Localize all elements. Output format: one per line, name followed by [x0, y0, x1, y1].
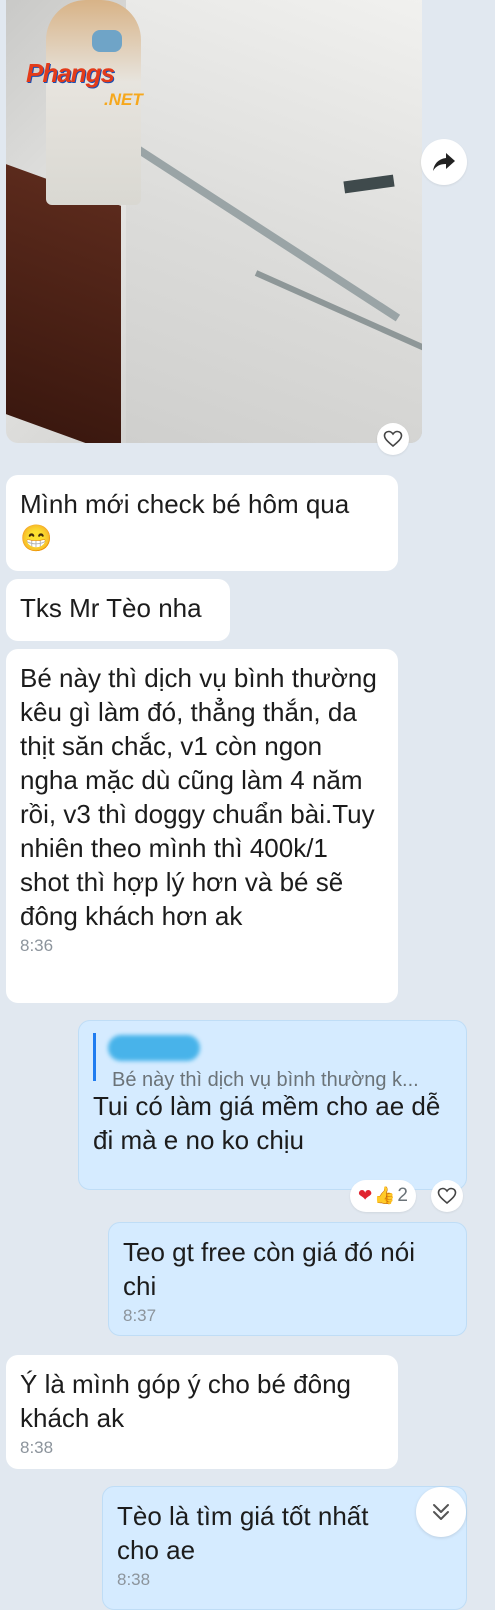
message-bubble-incoming[interactable]: Ý là mình góp ý cho bé đông khách ak 8:3… [6, 1355, 398, 1469]
message-bubble-incoming[interactable]: Tks Mr Tèo nha [6, 579, 230, 641]
message-time: 8:37 [123, 1306, 157, 1325]
message-text: Teo gt free còn giá đó nói chi [123, 1237, 415, 1301]
message-time: 8:36 [20, 936, 54, 955]
message-text: Tui có làm giá mềm cho ae dễ đi mà e no … [93, 1091, 441, 1155]
message-bubble-outgoing[interactable]: Teo gt free còn giá đó nói chi 8:37 [108, 1222, 467, 1336]
double-chevron-down-icon [433, 1504, 449, 1520]
reply-quote[interactable]: Bé này thì dịch vụ bình thường k... [93, 1033, 452, 1091]
photo-mask [92, 30, 122, 52]
scroll-to-bottom-button[interactable] [416, 1487, 466, 1537]
message-bubble-incoming[interactable]: Bé này thì dịch vụ bình thường kêu gì là… [6, 649, 398, 1003]
like-button[interactable] [431, 1180, 463, 1212]
reaction-summary[interactable]: ❤ 👍 2 [350, 1180, 416, 1212]
message-time: 8:38 [20, 1438, 54, 1457]
heart-outline-icon [383, 430, 403, 448]
photo-message[interactable]: Phangs .NET [6, 0, 422, 443]
share-button[interactable] [421, 139, 467, 185]
message-text: Mình mới check bé hôm qua 😁 [20, 489, 350, 553]
heart-outline-icon [437, 1187, 457, 1205]
quoted-sender-redacted [108, 1035, 200, 1061]
message-bubble-outgoing[interactable]: Tèo là tìm giá tốt nhất cho ae 8:38 [102, 1486, 467, 1610]
message-text: Ý là mình góp ý cho bé đông khách ak [20, 1369, 352, 1433]
watermark-logo-sub: .NET [104, 90, 143, 109]
message-text: Tèo là tìm giá tốt nhất cho ae [117, 1501, 369, 1565]
reaction-count: 2 [397, 1185, 408, 1206]
message-bubble-incoming[interactable]: Mình mới check bé hôm qua 😁 [6, 475, 398, 571]
message-bubble-outgoing-reply[interactable]: Bé này thì dịch vụ bình thường k... Tui … [78, 1020, 467, 1190]
heart-emoji-icon: ❤ [358, 1186, 373, 1205]
message-time: 8:38 [117, 1570, 151, 1589]
thumbs-up-emoji-icon: 👍 [374, 1186, 396, 1205]
message-text: Tks Mr Tèo nha [20, 593, 202, 623]
watermark-logo: Phangs [26, 58, 115, 88]
photo-cabinet [6, 164, 121, 443]
share-arrow-icon [433, 153, 455, 171]
quoted-text: Bé này thì dịch vụ bình thường k... [112, 1069, 419, 1091]
like-button-photo[interactable] [377, 423, 409, 455]
message-text: Bé này thì dịch vụ bình thường kêu gì là… [20, 663, 377, 931]
photo-wall [126, 0, 422, 443]
